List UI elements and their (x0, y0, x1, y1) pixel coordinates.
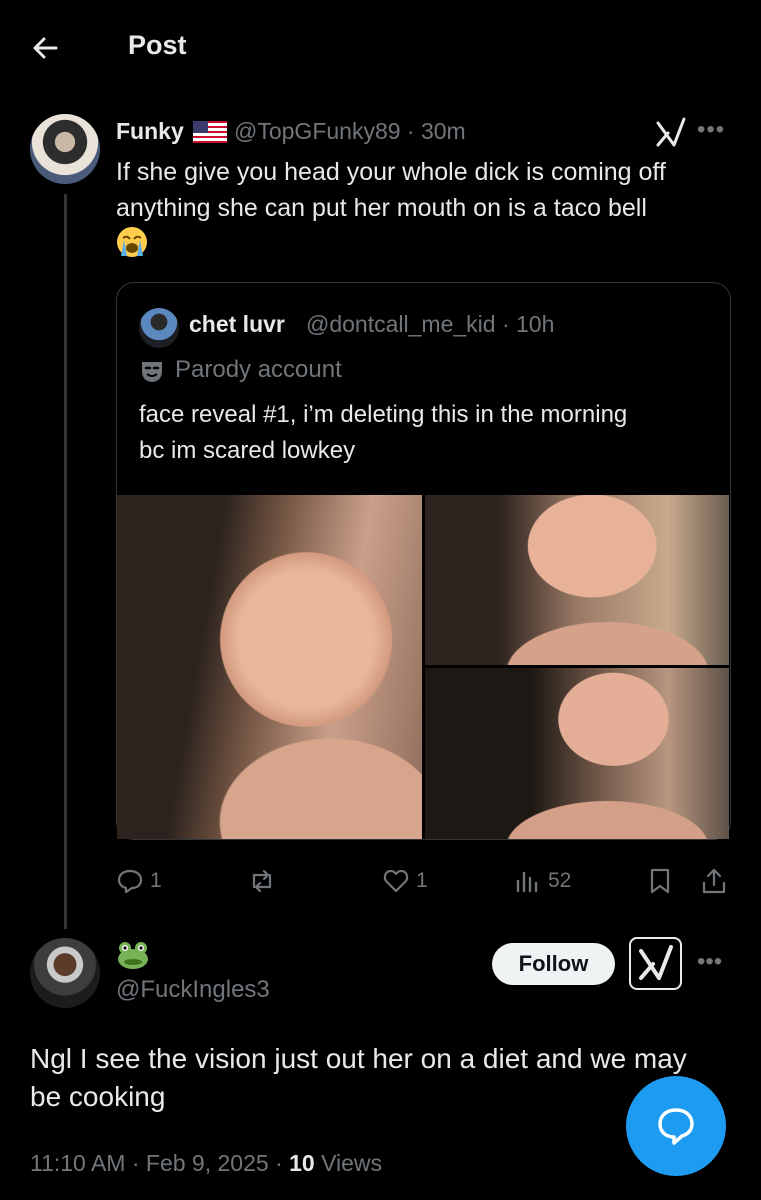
share-button[interactable] (700, 866, 728, 896)
quote-text: face reveal #1, i’m deleting this in the… (139, 397, 709, 469)
thread-line (64, 194, 67, 929)
quote-text-line: face reveal #1, i’m deleting this in the… (139, 401, 628, 428)
avatar[interactable] (30, 114, 100, 184)
parody-mask-icon (142, 362, 162, 382)
post-text-line: anything she can put her mouth on is a t… (116, 194, 647, 222)
views-number: 10 (289, 1150, 315, 1176)
heart-icon (383, 869, 409, 893)
parody-label: Parody account (175, 356, 342, 383)
quote-avatar[interactable] (139, 308, 179, 348)
compose-reply-button[interactable] (626, 1076, 726, 1176)
grok-button[interactable] (629, 937, 682, 990)
bookmark-button[interactable] (646, 866, 674, 896)
repost-icon (252, 869, 272, 893)
reply-icon (117, 869, 143, 894)
post-text: If she give you head your whole dick is … (116, 154, 736, 226)
quote-author-name[interactable]: chet luvr (189, 311, 285, 338)
media-photo-3[interactable] (425, 668, 729, 839)
views-button[interactable]: 52 (514, 866, 571, 896)
media-photo-1[interactable] (117, 495, 422, 839)
post-text-line: If she give you head your whole dick is … (116, 158, 666, 186)
follow-button[interactable]: Follow (492, 943, 615, 985)
loudly-crying-face-emoji (117, 227, 147, 257)
timestamp: 11:10 AM · Feb 9, 2025 · (30, 1150, 290, 1176)
like-count: 1 (416, 869, 428, 892)
more-options-icon[interactable]: ••• (697, 116, 725, 144)
like-button[interactable]: 1 (382, 866, 428, 896)
grok-icon[interactable] (654, 115, 688, 149)
views-count: 52 (548, 869, 572, 892)
reply-text: Ngl I see the vision just out her on a d… (30, 1043, 687, 1112)
bookmark-icon (650, 868, 670, 894)
chat-bubble-icon (658, 1108, 694, 1145)
views-label: Views (314, 1150, 383, 1176)
quote-author-handle[interactable]: @dontcall_me_kid · 10h (306, 311, 554, 338)
us-flag-emoji (193, 121, 227, 143)
reply-count: 1 (150, 869, 162, 892)
author-name[interactable]: Funky (116, 118, 184, 145)
repost-button[interactable] (248, 866, 282, 896)
share-icon (702, 868, 726, 894)
quote-text-line: bc im scared lowkey (139, 437, 356, 464)
avatar[interactable] (30, 938, 100, 1008)
views-icon (516, 871, 538, 893)
media-photo-2[interactable] (425, 495, 729, 665)
more-options-icon[interactable]: ••• (697, 948, 722, 976)
grok-icon (639, 945, 673, 980)
author-handle[interactable]: @TopGFunky89 · 30m (234, 118, 466, 145)
post-meta: 11:10 AM · Feb 9, 2025 · 10 Views (30, 1150, 382, 1177)
page-title: Post (128, 30, 187, 60)
reply-author-handle[interactable]: @FuckIngles3 (116, 976, 270, 1004)
frog-emoji (118, 942, 148, 969)
arrow-left-icon (33, 37, 58, 59)
back-button[interactable] (26, 28, 66, 68)
reply-button[interactable]: 1 (116, 866, 162, 896)
